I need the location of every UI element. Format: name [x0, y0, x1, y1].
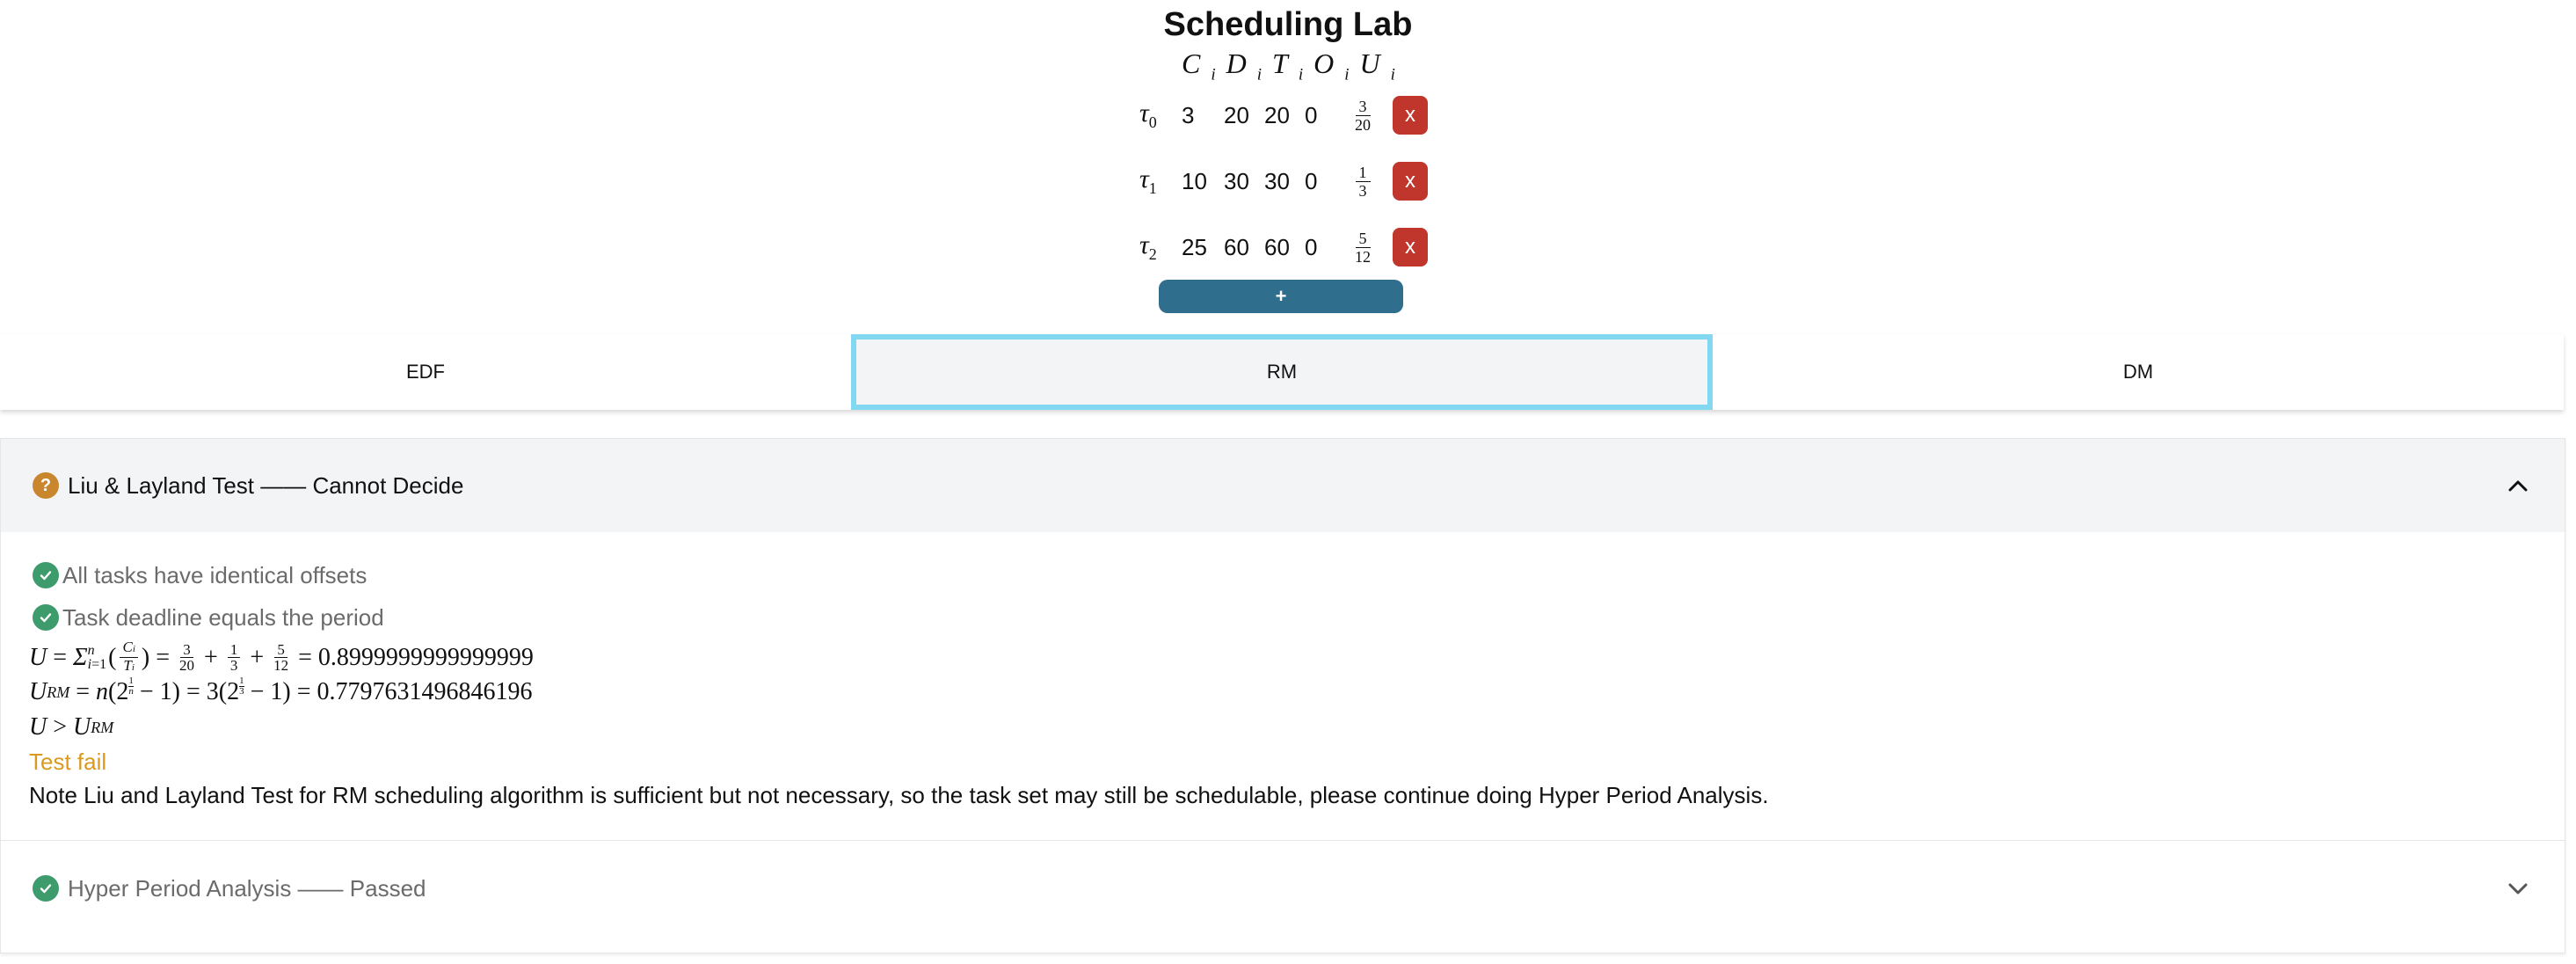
check-deadline-equals-period: Task deadline equals the period — [29, 602, 384, 632]
task-c[interactable]: 3 — [1182, 102, 1224, 129]
u-result: 0.8999999999999999 — [317, 643, 534, 671]
check-circle-icon — [33, 562, 59, 588]
liu-layland-header[interactable]: ? Liu & Layland Test —— Cannot Decide — [1, 439, 2565, 532]
header-u: Ui — [1359, 47, 1395, 84]
task-row-1: τ1 10 30 30 0 13 x — [1139, 162, 1428, 201]
check-identical-offsets: All tasks have identical offsets — [29, 560, 367, 590]
delete-task-button[interactable]: x — [1393, 228, 1428, 267]
tab-rm[interactable]: RM — [851, 334, 1713, 410]
task-row-2: τ2 25 60 60 0 5 12 x — [1139, 228, 1428, 267]
comparison-formula: U > U RM — [29, 713, 114, 741]
task-name: τ2 — [1139, 230, 1157, 263]
task-name: τ0 — [1139, 99, 1157, 131]
task-utilization: 13 — [1345, 164, 1380, 200]
test-result: Test fail — [29, 749, 107, 775]
task-t[interactable]: 20 — [1264, 102, 1305, 129]
add-task-button[interactable]: + — [1159, 280, 1403, 313]
tab-dm[interactable]: DM — [1713, 334, 2564, 410]
hyper-period-header[interactable]: Hyper Period Analysis —— Passed — [1, 840, 2565, 936]
chevron-up-icon[interactable] — [2507, 474, 2529, 497]
check-text: Task deadline equals the period — [62, 604, 384, 631]
test-note: Note Liu and Layland Test for RM schedul… — [29, 782, 1769, 808]
app-title: Scheduling Lab — [1163, 6, 1413, 43]
task-d[interactable]: 60 — [1224, 234, 1264, 261]
task-d[interactable]: 20 — [1224, 102, 1264, 129]
task-name: τ1 — [1139, 164, 1157, 197]
task-o[interactable]: 0 — [1305, 102, 1345, 129]
hyper-period-title: Hyper Period Analysis —— Passed — [68, 874, 426, 902]
task-table-header: Ci Di Ti Oi Ui — [1182, 47, 1406, 84]
tab-edf[interactable]: EDF — [0, 334, 851, 410]
algorithm-tabs: EDF RM DM — [0, 334, 2564, 410]
task-d[interactable]: 30 — [1224, 168, 1264, 195]
task-c[interactable]: 10 — [1182, 168, 1224, 195]
check-circle-icon — [33, 875, 59, 902]
chevron-down-icon[interactable] — [2507, 877, 2529, 900]
delete-task-button[interactable]: x — [1393, 96, 1428, 135]
header-t: Ti — [1272, 47, 1304, 84]
check-circle-icon — [33, 604, 59, 631]
task-t[interactable]: 30 — [1264, 168, 1305, 195]
task-o[interactable]: 0 — [1305, 168, 1345, 195]
task-utilization: 3 20 — [1355, 97, 1371, 134]
task-o[interactable]: 0 — [1305, 234, 1345, 261]
header-o: Oi — [1313, 47, 1350, 84]
urm-result: 0.7797631496846196 — [317, 678, 533, 705]
header-c: Ci — [1182, 47, 1216, 84]
task-row-0: τ0 3 20 20 0 3 20 x — [1139, 96, 1428, 135]
task-utilization: 5 12 — [1355, 229, 1371, 266]
header-d: Di — [1226, 47, 1263, 84]
task-t[interactable]: 60 — [1264, 234, 1305, 261]
check-text: All tasks have identical offsets — [62, 562, 367, 588]
task-c[interactable]: 25 — [1182, 234, 1224, 261]
utilization-formula: U = Σn i=1(Ci Ti) = 3 20 + 13 + 5 12 = 0.899… — [29, 639, 534, 674]
delete-task-button[interactable]: x — [1393, 162, 1428, 201]
urm-formula: U RM = n (2 1 n − 1) = 3 (2 1 3 − 1) = 0.779763… — [29, 675, 533, 705]
analysis-accordion: ? Liu & Layland Test —— Cannot Decide Al… — [0, 438, 2565, 953]
liu-layland-title: Liu & Layland Test —— Cannot Decide — [68, 471, 464, 499]
question-icon: ? — [33, 472, 59, 499]
